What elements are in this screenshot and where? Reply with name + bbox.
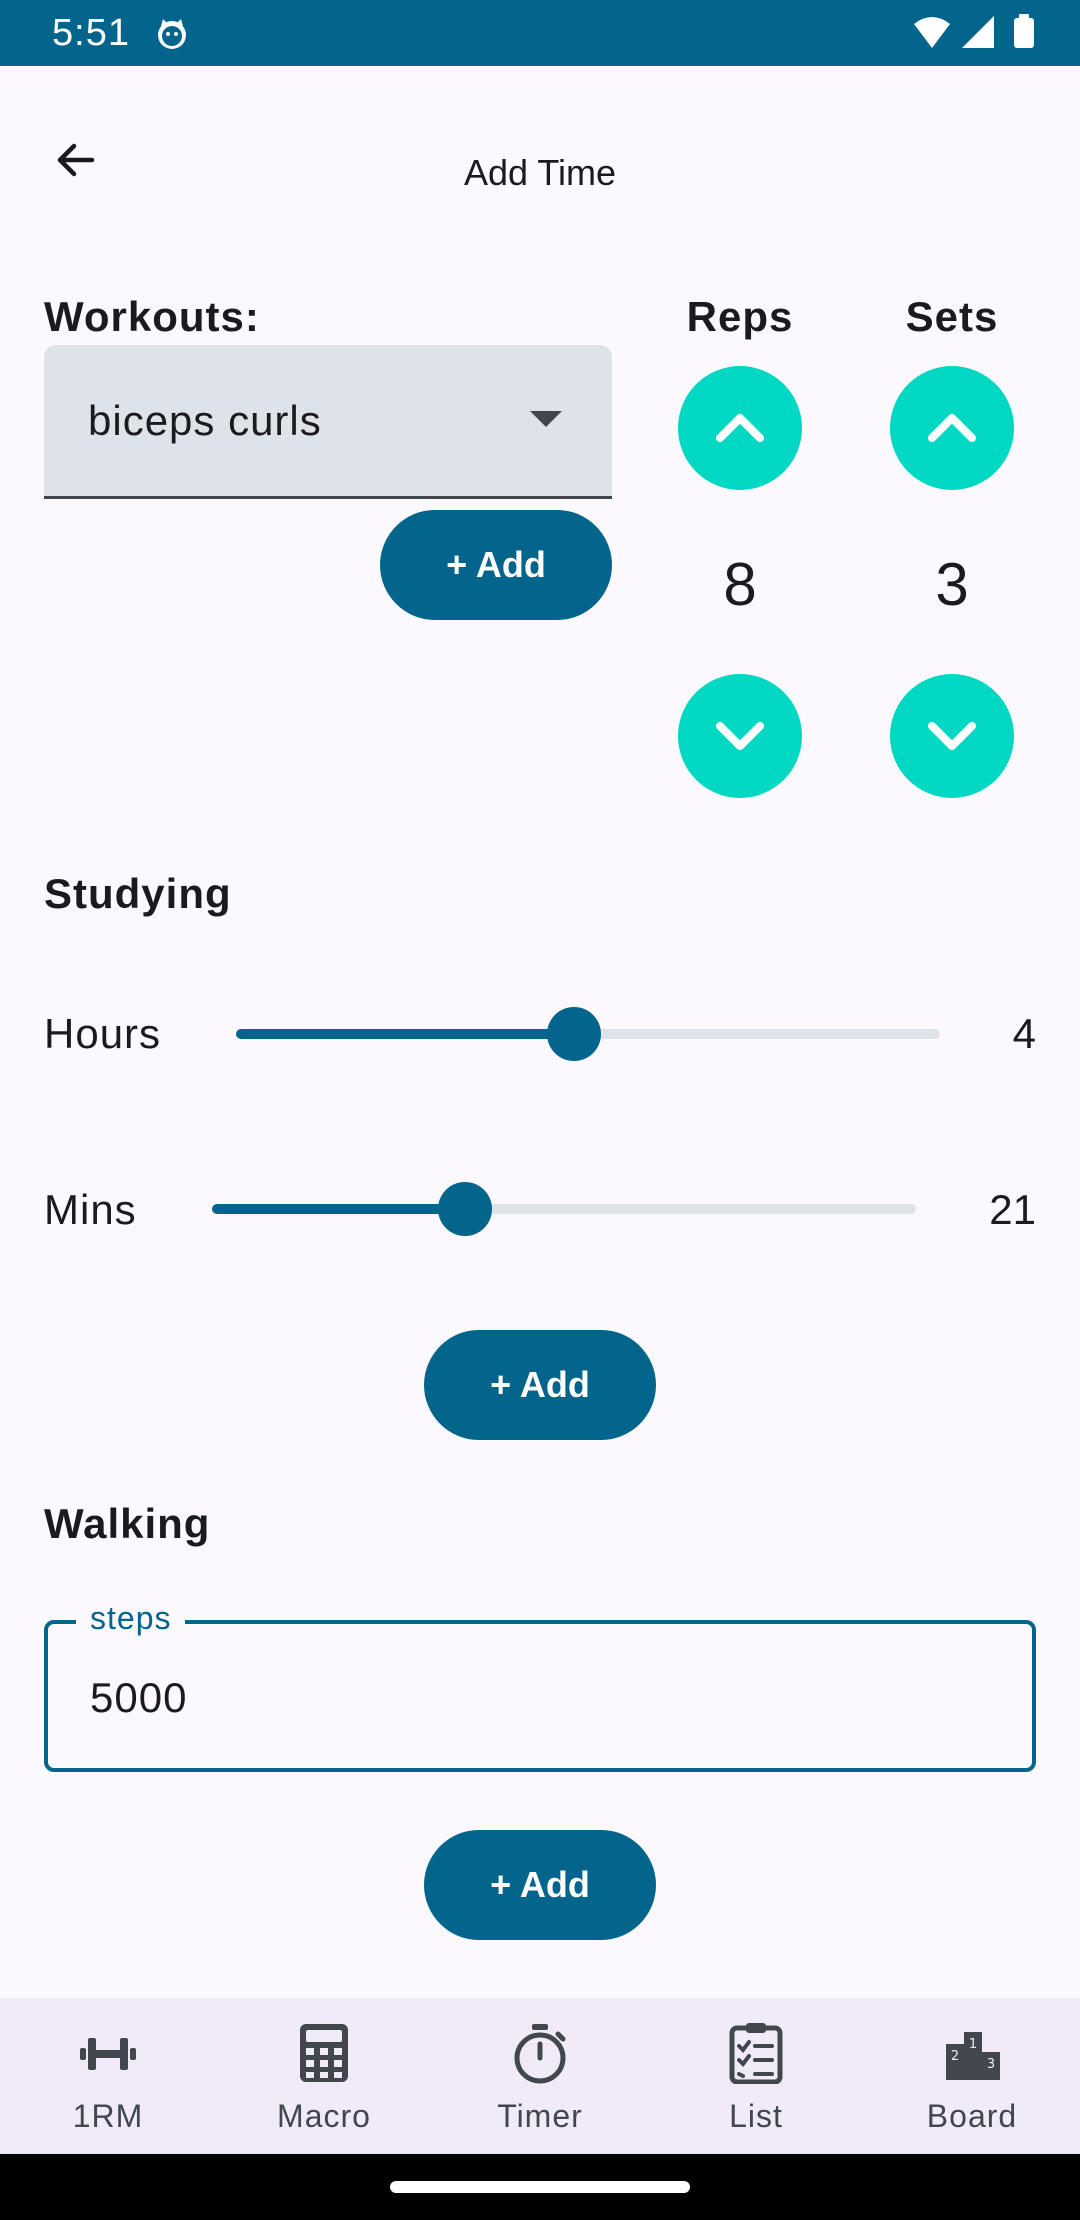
mins-value: 21 (989, 1186, 1036, 1233)
nav-item-macro[interactable]: Macro (216, 1998, 432, 2154)
reps-decrement-button[interactable] (678, 674, 802, 798)
nav-item-label: 1RM (72, 2098, 144, 2134)
stopwatch-icon (514, 2024, 566, 2084)
svg-text:1: 1 (969, 2037, 977, 2052)
cat-notification-icon (158, 19, 186, 49)
wifi-icon (914, 17, 950, 48)
checklist-icon (729, 2023, 783, 2084)
nav-item-label: Timer (497, 2098, 583, 2134)
calculator-icon (300, 2024, 348, 2082)
battery-icon (1014, 14, 1034, 48)
chevron-down-icon (928, 722, 976, 750)
sets-increment-button[interactable] (890, 366, 1014, 490)
walking-title: Walking (44, 1500, 211, 1547)
svg-text:2: 2 (951, 2049, 959, 2064)
dumbbell-icon (80, 2038, 136, 2070)
steps-field-label: steps (76, 1600, 186, 1637)
home-gesture-handle[interactable] (390, 2181, 690, 2193)
steps-field[interactable]: steps 5000 (44, 1600, 1036, 1772)
sets-value: 3 (935, 551, 969, 618)
system-status-icons (914, 14, 1034, 48)
nav-item-label: List (729, 2098, 783, 2134)
gesture-navigation-bar (0, 2154, 1080, 2220)
hours-slider-thumb[interactable] (546, 1007, 601, 1061)
workouts-label: Workouts: (44, 293, 260, 340)
add-workout-button[interactable]: + Add (380, 510, 612, 620)
studying-title: Studying (44, 870, 232, 917)
reps-label: Reps (686, 293, 794, 340)
nav-item-label: Board (926, 2098, 1018, 2134)
workout-select[interactable]: biceps curls (44, 345, 612, 499)
hours-slider[interactable] (236, 1007, 940, 1061)
nav-item-list[interactable]: List (648, 1998, 864, 2154)
dropdown-arrow-icon (530, 411, 562, 427)
status-bar: 5:51 (0, 0, 1080, 66)
workout-select-value: biceps curls (88, 397, 322, 444)
signal-icon (962, 16, 994, 48)
status-time: 5:51 (52, 12, 130, 54)
nav-item-label: Macro (277, 2098, 371, 2134)
chevron-down-icon (716, 722, 764, 750)
sets-decrement-button[interactable] (890, 674, 1014, 798)
reps-value: 8 (723, 551, 757, 618)
top-app-bar: Add Time (0, 66, 1080, 242)
bottom-navigation: 1RM Macro Timer List 2 1 3 Board (0, 1998, 1080, 2154)
page-title: Add Time (463, 152, 617, 193)
svg-text:3: 3 (987, 2057, 995, 2072)
hours-label: Hours (44, 1010, 162, 1057)
nav-item-board[interactable]: 2 1 3 Board (864, 1998, 1080, 2154)
mins-slider-thumb[interactable] (438, 1182, 493, 1236)
chevron-up-icon (716, 414, 764, 442)
steps-field-value[interactable]: 5000 (90, 1674, 187, 1722)
nav-item-timer[interactable]: Timer (432, 1998, 648, 2154)
mins-slider[interactable] (212, 1182, 916, 1236)
hours-value: 4 (1012, 1010, 1036, 1057)
sets-label: Sets (905, 293, 999, 340)
mins-label: Mins (44, 1186, 137, 1233)
mins-slider-fill (212, 1204, 466, 1214)
add-study-button[interactable]: + Add (424, 1330, 656, 1440)
podium-icon: 2 1 3 (946, 2032, 1000, 2080)
hours-slider-fill (236, 1029, 574, 1039)
nav-item-1rm[interactable]: 1RM (0, 1998, 216, 2154)
add-steps-button[interactable]: + Add (424, 1830, 656, 1940)
reps-increment-button[interactable] (678, 366, 802, 490)
chevron-up-icon (928, 414, 976, 442)
